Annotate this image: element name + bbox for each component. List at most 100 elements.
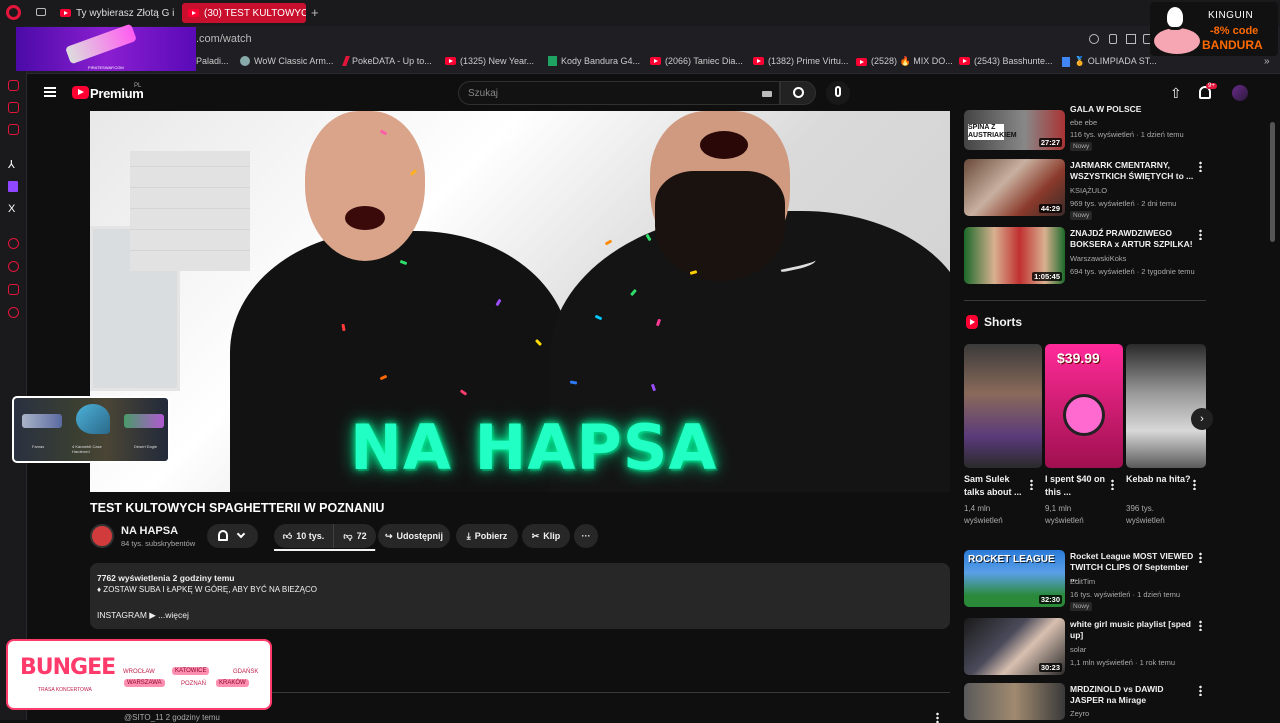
- channel-avatar[interactable]: [90, 524, 114, 548]
- short-more-icon[interactable]: [1193, 479, 1196, 490]
- zoom-icon[interactable]: [1089, 34, 1099, 44]
- sidebar-whatsapp-icon[interactable]: [8, 102, 19, 113]
- dislike-button[interactable]: 👎︎ 72: [334, 524, 376, 548]
- url-field[interactable]: .com/watch: [196, 33, 252, 45]
- pirateswap-ad: PIRATESWAP.COM: [16, 23, 196, 71]
- new-tab-button[interactable]: +: [311, 5, 319, 20]
- rec-more-icon[interactable]: [1199, 161, 1202, 172]
- like-button[interactable]: 👍︎ 10 tys.: [274, 524, 334, 548]
- pin-icon[interactable]: [1109, 34, 1117, 44]
- bookmark-6[interactable]: (2066) Taniec Dia...: [650, 56, 743, 66]
- subscription-bell-button[interactable]: [207, 524, 258, 548]
- search-input[interactable]: Szukaj: [458, 81, 780, 105]
- rec-thumbnail[interactable]: 44:29: [964, 159, 1065, 216]
- tab-overview-icon[interactable]: [36, 8, 46, 16]
- rec-thumbnail[interactable]: 1:05:45: [964, 227, 1065, 284]
- sidebar-instagram-icon[interactable]: [8, 124, 19, 135]
- video-description[interactable]: 7762 wyświetlenia 2 godziny temu ♦ ZOSTA…: [90, 563, 950, 629]
- comment-more-icon[interactable]: [936, 712, 939, 723]
- rec-more-icon[interactable]: [1199, 552, 1202, 563]
- sidebar-twitch-icon[interactable]: [8, 181, 18, 192]
- rec-title[interactable]: JARMARK CMENTARNY, WSZYSTKICH ŚWIĘTYCH t…: [1070, 160, 1194, 182]
- rec-meta: 116 tys. wyświetleń · 1 dzień temu: [1070, 130, 1184, 139]
- rec-more-icon[interactable]: [1199, 685, 1202, 696]
- youtube-logo-icon[interactable]: [72, 86, 89, 99]
- karambit-skin-image: [76, 404, 110, 434]
- sidebar-aria-icon[interactable]: ⅄: [8, 158, 15, 171]
- rec-title[interactable]: MRDZINOLD vs DAWID JASPER na Mirage: [1070, 684, 1194, 706]
- description-more[interactable]: INSTAGRAM ▶ ...więcej: [97, 610, 189, 621]
- sidebar-messenger-icon[interactable]: [8, 80, 19, 91]
- bookmark-9[interactable]: (2543) Basshunte...: [959, 56, 1053, 66]
- sidebar-extensions-icon[interactable]: [8, 284, 19, 295]
- download-label: Pobierz: [474, 531, 508, 541]
- rec-more-icon[interactable]: [1199, 620, 1202, 631]
- rec-thumbnail[interactable]: SPINA Z AUSTRIAKIEM 27:27: [964, 110, 1065, 150]
- rec-thumbnail[interactable]: [964, 683, 1065, 720]
- short-more-icon[interactable]: [1111, 479, 1114, 490]
- rec-channel[interactable]: Zeyro: [1070, 709, 1089, 718]
- rec-thumbnail[interactable]: 30:23: [964, 618, 1065, 675]
- rec-channel[interactable]: WarszawskiKoks: [1070, 254, 1126, 263]
- share-button[interactable]: ↪ Udostępnij: [378, 524, 450, 548]
- bookmark-4[interactable]: (1325) New Year...: [445, 56, 534, 66]
- rec-title[interactable]: ZNAJDŹ PRAWDZIWEGO BOKSERA x ARTUR SZPIL…: [1070, 228, 1194, 250]
- short-thumbnail[interactable]: $39.99: [1045, 344, 1123, 468]
- rec-title[interactable]: GALA W POLSCE: [1070, 104, 1194, 115]
- short-thumbnail[interactable]: [1126, 344, 1206, 468]
- download-button[interactable]: ⤓ Pobierz: [456, 524, 518, 548]
- bookmark-2[interactable]: WoW Classic Arm...: [240, 56, 333, 66]
- video-duration: 30:23: [1038, 663, 1062, 672]
- short-more-icon[interactable]: [1030, 479, 1033, 490]
- sidebar-player-icon[interactable]: [8, 238, 19, 249]
- short-title[interactable]: Sam Sulek talks about ...: [964, 473, 1030, 499]
- short-title[interactable]: Kebab na hita?: [1126, 473, 1192, 486]
- voice-search-button[interactable]: [826, 81, 850, 105]
- sidebar-history-icon[interactable]: [8, 261, 19, 272]
- clip-button[interactable]: ✂ Klip: [522, 524, 570, 548]
- youtube-favicon-icon: [650, 57, 661, 65]
- account-avatar[interactable]: [1232, 85, 1248, 101]
- famas-skin-image: [22, 414, 62, 428]
- bookmark-1[interactable]: Paladi...: [196, 56, 229, 66]
- rec-meta: 16 tys. wyświetleń · 1 dzień temu: [1070, 590, 1181, 599]
- bookmark-3[interactable]: PokeDATA - Up to...: [342, 56, 432, 66]
- bookmark-7[interactable]: (1382) Prime Virtu...: [753, 56, 848, 66]
- channel-name[interactable]: NA HAPSA: [121, 525, 178, 537]
- bookmark-5[interactable]: Kody Bandura G4...: [548, 56, 640, 66]
- brawl-character-image: [1063, 394, 1105, 436]
- rec-channel[interactable]: KSIĄŻULO: [1070, 186, 1107, 195]
- share-label: Udostępnij: [396, 531, 444, 541]
- rec-channel[interactable]: ebe ebe: [1070, 118, 1097, 127]
- keyboard-icon[interactable]: [762, 91, 772, 97]
- short-title[interactable]: I spent $40 on this ...: [1045, 473, 1111, 499]
- penguin-mascot-image: [1164, 4, 1186, 30]
- tab-active-video[interactable]: (30) TEST KULTOWYCH S...: [182, 3, 306, 23]
- bookmark-8[interactable]: (2528) 🔥 MIX DO...: [856, 56, 953, 67]
- sidebar-x-icon[interactable]: X: [8, 203, 15, 215]
- upload-icon[interactable]: ⇧: [1170, 85, 1182, 102]
- bookmarks-more-icon[interactable]: »: [1264, 56, 1270, 67]
- rec-meta: 1,1 mln wyświetleń · 1 rok temu: [1070, 658, 1176, 667]
- menu-icon[interactable]: [44, 87, 56, 97]
- rec-channel[interactable]: EditTim: [1070, 577, 1095, 586]
- rec-more-icon[interactable]: [1199, 229, 1202, 240]
- shorts-next-button[interactable]: ›: [1191, 408, 1213, 430]
- bookmark-10[interactable]: 🏅 OLIMPIADA ST...: [1062, 56, 1157, 67]
- shorts-heading: Shorts: [984, 315, 1023, 329]
- short-thumbnail[interactable]: [964, 344, 1042, 468]
- video-player[interactable]: NA HAPSA: [90, 111, 950, 492]
- search-button[interactable]: [780, 81, 816, 105]
- rec-thumbnail[interactable]: ROCKET LEAGUE 32:30: [964, 550, 1065, 607]
- page-scrollbar[interactable]: [1270, 122, 1275, 242]
- rec-channel[interactable]: solar: [1070, 645, 1086, 654]
- sidebar-settings-icon[interactable]: [8, 307, 19, 318]
- bungee-subtitle: TRASA KONCERTOWA: [38, 687, 92, 693]
- opera-menu-icon[interactable]: [6, 5, 21, 20]
- thumb-text: SPINA Z AUSTRIAKIEM: [968, 124, 1017, 140]
- more-actions-button[interactable]: ···: [574, 524, 598, 548]
- tab-golden-g[interactable]: Ty wybierasz Złotą G i K...: [54, 3, 174, 23]
- rec-title[interactable]: white girl music playlist [sped up]: [1070, 619, 1194, 641]
- snapshot-icon[interactable]: [1126, 34, 1136, 44]
- youtube-favicon-icon: [445, 57, 456, 65]
